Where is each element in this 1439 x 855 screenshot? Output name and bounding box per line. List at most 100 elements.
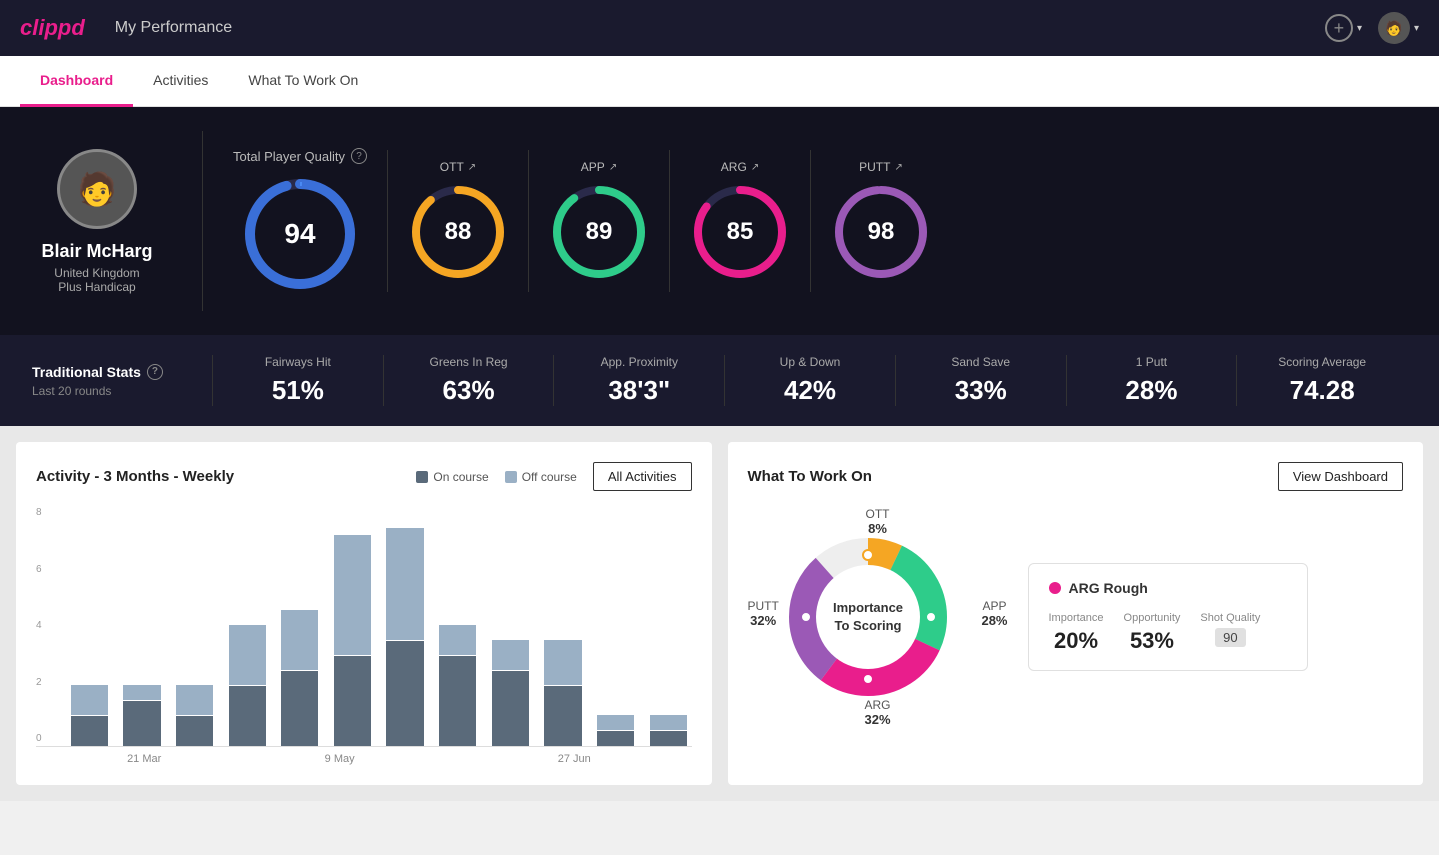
trad-stats-sublabel: Last 20 rounds xyxy=(32,384,212,398)
bar-group-1 xyxy=(66,685,113,746)
x-label-1: 21 Mar xyxy=(66,753,222,765)
bar-off xyxy=(597,715,634,730)
player-handicap: Plus Handicap xyxy=(58,280,135,294)
bar-group-7 xyxy=(382,528,429,746)
all-activities-button[interactable]: All Activities xyxy=(593,462,692,491)
wtwon-header: What To Work On View Dashboard xyxy=(748,462,1404,491)
off-course-color xyxy=(505,471,517,483)
donut-svg-container: Importance To Scoring xyxy=(778,527,958,707)
total-quality-value: 94 xyxy=(284,218,315,250)
metric-ott: OTT ↗ 88 xyxy=(387,150,528,292)
bar-off xyxy=(71,685,108,715)
arg-arrow-icon: ↗ xyxy=(751,162,759,173)
tab-what-to-work-on[interactable]: What To Work On xyxy=(228,56,378,107)
y-axis: 8 6 4 2 0 xyxy=(36,507,42,746)
putt-arrow-icon: ↗ xyxy=(894,162,902,173)
metric-app: APP ↗ 89 xyxy=(528,150,669,292)
quality-circle: 94 xyxy=(233,174,367,294)
stat-fairways-hit: Fairways Hit 51% xyxy=(212,355,383,406)
bar-group-10 xyxy=(540,640,587,746)
app-label: APP ↗ xyxy=(581,160,617,174)
bar-off xyxy=(439,625,476,655)
app-header: clippd My Performance + ▾ 🧑 ▾ xyxy=(0,0,1439,56)
trad-label-section: Traditional Stats ? Last 20 rounds xyxy=(32,364,212,398)
quality-label: Total Player Quality ? xyxy=(233,148,367,164)
chart-legend: On course Off course xyxy=(416,470,577,484)
arg-card-metrics: Importance 20% Opportunity 53% Shot Qual… xyxy=(1049,612,1287,654)
logo[interactable]: clippd xyxy=(20,15,85,41)
avatar: 🧑 xyxy=(1378,12,1410,44)
quality-section: Total Player Quality ? 94 xyxy=(213,148,387,294)
bar-on xyxy=(386,641,423,746)
arg-label: ARG ↗ xyxy=(721,160,759,174)
stat-up-down: Up & Down 42% xyxy=(724,355,895,406)
opportunity-metric: Opportunity 53% xyxy=(1124,612,1181,654)
bar-on xyxy=(492,671,529,746)
stat-1-putt: 1 Putt 28% xyxy=(1066,355,1237,406)
plus-icon: + xyxy=(1325,14,1353,42)
add-button[interactable]: + ▾ xyxy=(1325,14,1362,42)
bar-on xyxy=(544,686,581,746)
metric-arg: ARG ↗ 85 xyxy=(669,150,810,292)
arg-gauge: 85 xyxy=(690,182,790,282)
ott-arrow-icon: ↗ xyxy=(468,162,476,173)
app-donut-label: APP 28% xyxy=(981,599,1007,628)
bar-on xyxy=(650,731,687,746)
header-title: My Performance xyxy=(115,19,232,37)
what-to-work-on-panel: What To Work On View Dashboard OTT 8% PU… xyxy=(728,442,1424,785)
chart-title: Activity - 3 Months - Weekly xyxy=(36,468,234,485)
bar-group-12 xyxy=(645,715,692,746)
svg-text:Importance: Importance xyxy=(832,600,902,615)
stat-scoring-average: Scoring Average 74.28 xyxy=(1236,355,1407,406)
player-info: 🧑 Blair McHarg United Kingdom Plus Handi… xyxy=(32,149,192,294)
chevron-down-icon: ▾ xyxy=(1357,23,1362,34)
bar-off xyxy=(229,625,266,685)
header-right: + ▾ 🧑 ▾ xyxy=(1325,12,1419,44)
bar-group-3 xyxy=(171,685,218,746)
traditional-stats-panel: Traditional Stats ? Last 20 rounds Fairw… xyxy=(0,335,1439,426)
total-quality-gauge: 94 xyxy=(240,174,360,294)
bar-off xyxy=(650,715,687,730)
view-dashboard-button[interactable]: View Dashboard xyxy=(1278,462,1403,491)
bar-off xyxy=(176,685,213,715)
stat-app-proximity: App. Proximity 38'3" xyxy=(553,355,724,406)
bar-group-2 xyxy=(119,685,166,746)
bar-on xyxy=(123,701,160,746)
putt-label: PUTT ↗ xyxy=(859,160,903,174)
bar-on xyxy=(334,656,371,746)
arg-card-dot xyxy=(1049,582,1061,594)
activity-chart-panel: Activity - 3 Months - Weekly On course O… xyxy=(16,442,712,785)
bar-group-8 xyxy=(434,625,481,746)
svg-text:To Scoring: To Scoring xyxy=(834,618,901,633)
putt-gauge: 98 xyxy=(831,182,931,282)
bar-on xyxy=(597,731,634,746)
divider xyxy=(202,131,203,311)
bar-on xyxy=(229,686,266,746)
bar-off xyxy=(386,528,423,640)
chart-bars: 8 6 4 2 0 xyxy=(36,507,692,747)
trad-info-icon[interactable]: ? xyxy=(147,364,163,380)
ott-value: 88 xyxy=(445,218,472,246)
arg-card-title: ARG Rough xyxy=(1049,580,1287,596)
tab-dashboard[interactable]: Dashboard xyxy=(20,56,133,107)
putt-value: 98 xyxy=(868,218,895,246)
stats-panel: 🧑 Blair McHarg United Kingdom Plus Handi… xyxy=(0,107,1439,335)
player-name: Blair McHarg xyxy=(41,241,152,262)
tab-activities[interactable]: Activities xyxy=(133,56,228,107)
bar-off xyxy=(492,640,529,670)
bar-chart: 8 6 4 2 0 xyxy=(36,507,692,765)
bar-group-6 xyxy=(329,535,376,746)
x-axis-labels: 21 Mar 9 May 27 Jun xyxy=(36,753,692,765)
wtwon-title: What To Work On xyxy=(748,468,872,485)
bar-on xyxy=(71,716,108,746)
tab-bar: Dashboard Activities What To Work On xyxy=(0,56,1439,107)
user-menu[interactable]: 🧑 ▾ xyxy=(1378,12,1419,44)
header-left: clippd My Performance xyxy=(20,15,232,41)
quality-info-icon[interactable]: ? xyxy=(351,148,367,164)
bottom-panels: Activity - 3 Months - Weekly On course O… xyxy=(0,426,1439,801)
bar-on xyxy=(176,716,213,746)
legend-on-course: On course xyxy=(416,470,488,484)
bar-off xyxy=(123,685,160,700)
ott-gauge: 88 xyxy=(408,182,508,282)
legend-off-course: Off course xyxy=(505,470,577,484)
